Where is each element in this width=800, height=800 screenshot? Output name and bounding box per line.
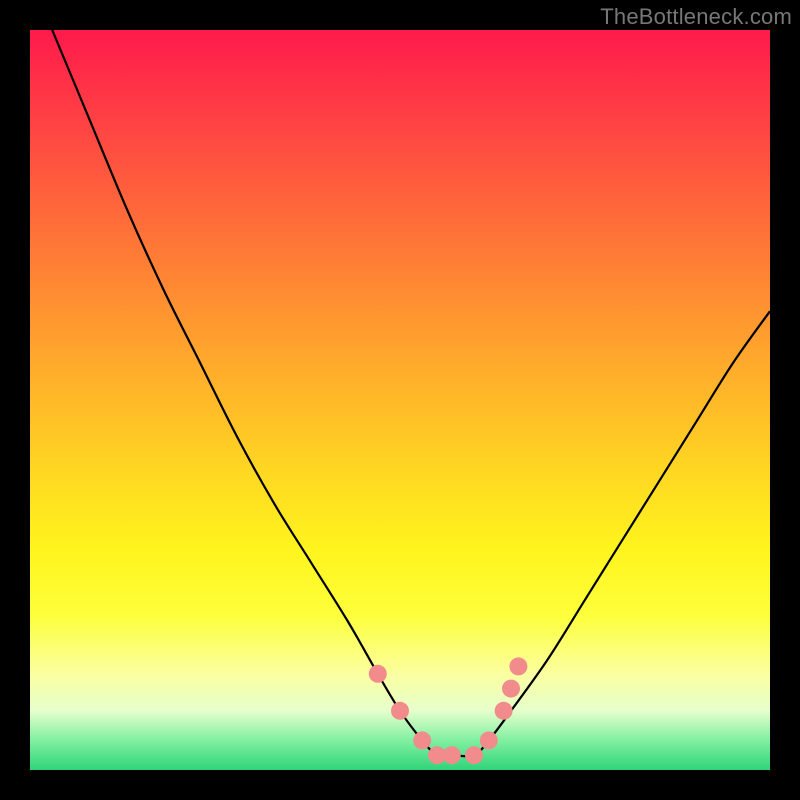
chart-frame: TheBottleneck.com bbox=[0, 0, 800, 800]
plot-area bbox=[30, 30, 770, 770]
attribution-text: TheBottleneck.com bbox=[600, 4, 792, 30]
background-gradient bbox=[30, 30, 770, 770]
